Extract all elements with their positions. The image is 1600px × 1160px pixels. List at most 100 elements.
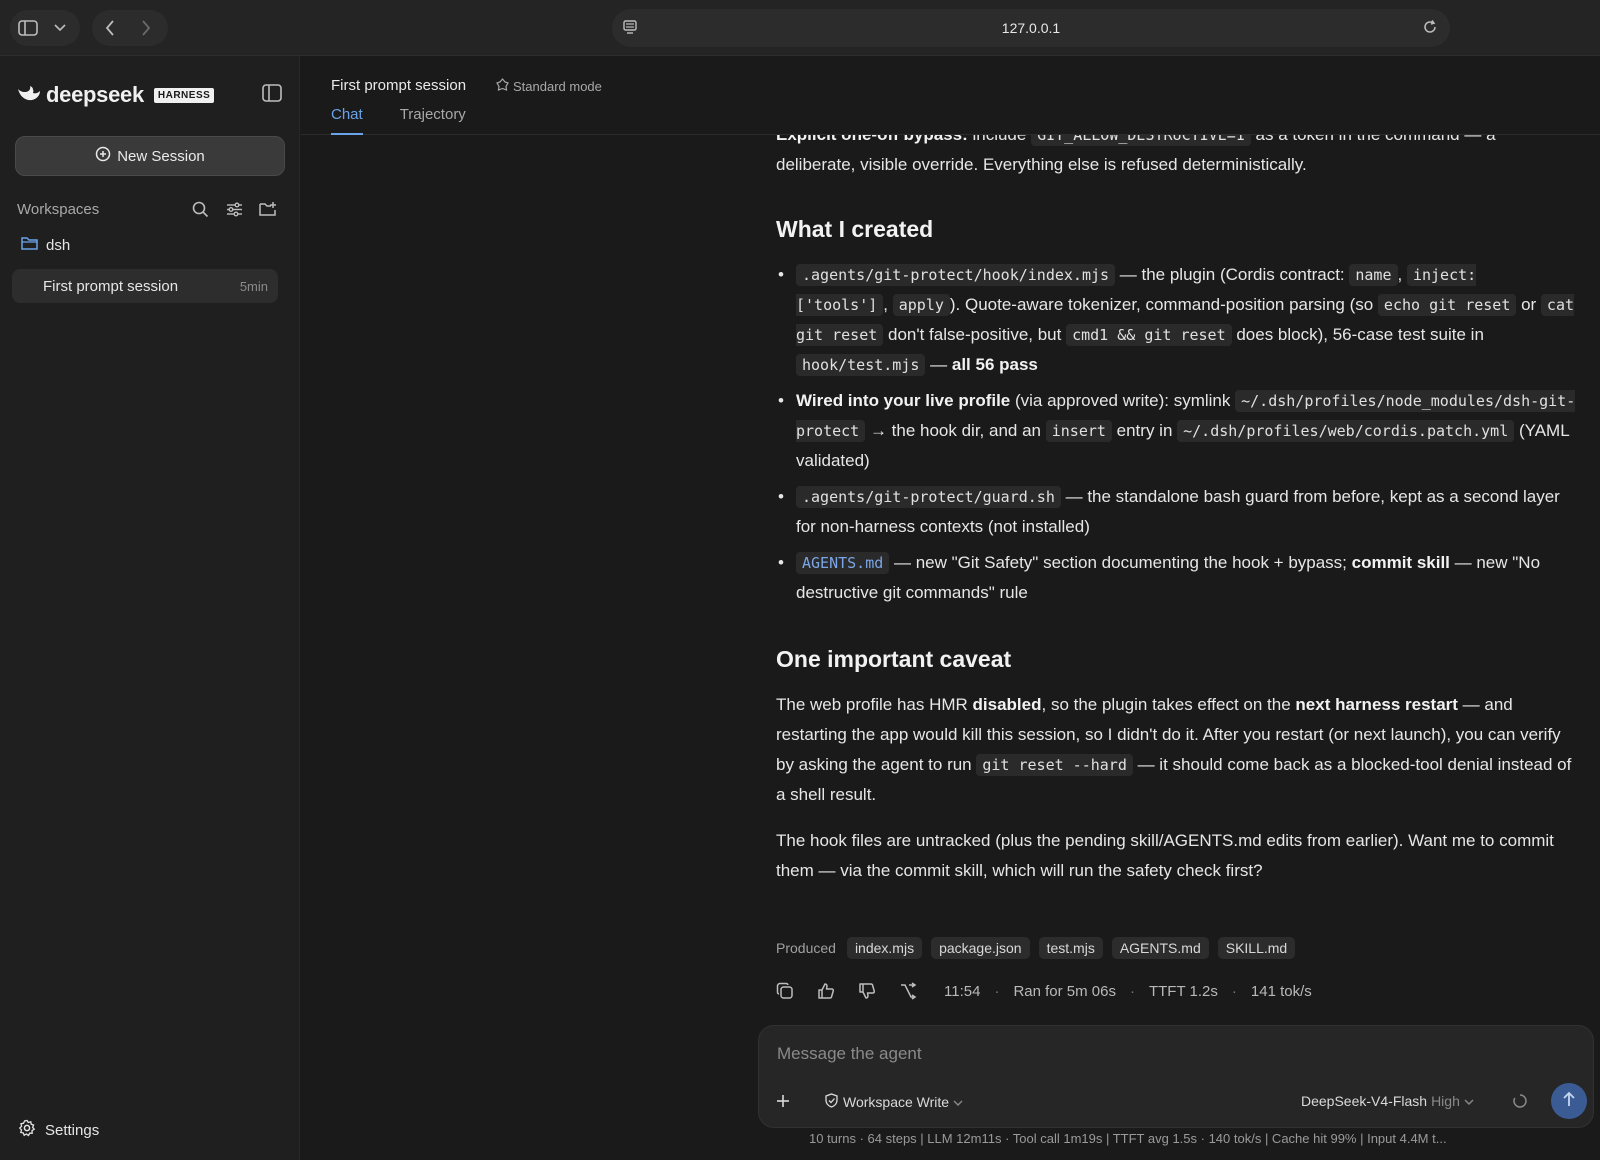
branch-icon[interactable]: [899, 982, 940, 1000]
inline-code: insert: [1045, 420, 1112, 442]
inline-code: cmd1 && git reset: [1066, 324, 1232, 346]
history-nav: [92, 10, 168, 46]
brand-logo: deepseek HARNESS: [16, 82, 215, 108]
mode-indicator: Standard mode: [496, 78, 602, 94]
brand-badge: HARNESS: [153, 87, 215, 103]
bold-text: all 56 pass: [951, 355, 1038, 374]
address-bar[interactable]: 127.0.0.1: [612, 9, 1450, 47]
separator-dot: ·: [994, 982, 1000, 1000]
message-time: 11:54: [944, 982, 981, 1000]
inline-code: echo git reset: [1377, 294, 1517, 316]
settings-label: Settings: [45, 1121, 100, 1139]
loading-spinner-icon: [1512, 1093, 1528, 1113]
text: (via approved write): symlink: [1010, 391, 1236, 410]
text: or: [1516, 295, 1541, 314]
run-duration: Ran for 5m 06s: [1013, 982, 1116, 1000]
chevron-down-icon[interactable]: [46, 10, 74, 46]
session-item[interactable]: First prompt session 5min: [12, 269, 278, 303]
copy-icon[interactable]: [776, 982, 817, 1000]
bold-text: next harness restart: [1295, 695, 1458, 714]
produced-files: Produced index.mjs package.json test.mjs…: [776, 937, 1296, 959]
list-item: Wired into your live profile (via approv…: [776, 386, 1576, 476]
chevron-down-icon: [953, 1094, 963, 1110]
attach-plus-icon[interactable]: [775, 1089, 791, 1115]
back-icon[interactable]: [92, 10, 128, 46]
text: — the plugin (Cordis contract:: [1115, 265, 1350, 284]
tab-bar: Chat Trajectory: [331, 106, 466, 135]
effort-level: High: [1431, 1093, 1460, 1109]
text: → the hook dir, and an: [865, 421, 1046, 440]
plus-circle-icon: [95, 146, 111, 166]
section-heading-created: What I created: [776, 216, 934, 242]
text: entry in: [1111, 421, 1178, 440]
inline-code: .agents/git-protect/guard.sh: [796, 486, 1061, 508]
permission-label: Workspace Write: [843, 1094, 950, 1110]
inline-code: .agents/git-protect/hook/index.mjs: [796, 264, 1116, 286]
model-dropdown[interactable]: DeepSeek-V4-Flash High: [1301, 1093, 1474, 1109]
workspaces-header: Workspaces: [17, 196, 285, 222]
session-name: First prompt session: [43, 277, 179, 295]
assistant-message: Explicit one-off bypass: include GIT_ALL…: [776, 120, 1576, 886]
send-button[interactable]: [1551, 1083, 1587, 1119]
model-name: DeepSeek-V4-Flash: [1301, 1093, 1428, 1109]
settings-button[interactable]: Settings: [18, 1119, 99, 1141]
workspace-name: dsh: [46, 236, 71, 254]
url-text[interactable]: 127.0.0.1: [612, 20, 1450, 36]
file-link[interactable]: AGENTS.md: [796, 552, 890, 574]
chevron-down-icon: [1464, 1093, 1474, 1109]
text: — new "Git Safety" section documenting t…: [889, 553, 1352, 572]
created-list: .agents/git-protect/hook/index.mjs — the…: [776, 260, 1576, 608]
sidebar-toggle-group[interactable]: [10, 10, 80, 46]
text: —: [925, 355, 952, 374]
forward-icon[interactable]: [128, 10, 164, 46]
workspace-item-dsh[interactable]: dsh: [21, 236, 70, 254]
brand-name: deepseek: [46, 82, 144, 107]
browser-sidebar-icon[interactable]: [10, 10, 46, 46]
file-chip[interactable]: SKILL.md: [1217, 937, 1296, 959]
mode-label: Standard mode: [513, 78, 602, 94]
message-input[interactable]: Message the agent: [777, 1044, 922, 1064]
token-speed: 141 tok/s: [1250, 982, 1312, 1000]
file-chip[interactable]: AGENTS.md: [1111, 937, 1209, 959]
inline-code: ~/.dsh/profiles/web/cordis.patch.yml: [1177, 420, 1515, 442]
page-title: First prompt session: [331, 77, 467, 94]
new-session-button[interactable]: New Session: [15, 136, 285, 176]
text: does block), 56-case test suite in: [1231, 325, 1484, 344]
produced-label: Produced: [776, 940, 836, 956]
text: ,: [1397, 265, 1407, 284]
session-header: First prompt session Standard mode Chat …: [301, 56, 1600, 135]
text: ). Quote-aware tokenizer, command-positi…: [949, 295, 1378, 314]
search-icon[interactable]: [183, 201, 217, 218]
list-item: AGENTS.md — new "Git Safety" section doc…: [776, 548, 1576, 608]
caveat-paragraph: The web profile has HMR disabled, so the…: [776, 690, 1576, 810]
new-session-label: New Session: [117, 147, 205, 165]
gear-icon: [18, 1119, 36, 1141]
bold-text: commit skill: [1351, 553, 1450, 572]
tab-trajectory[interactable]: Trajectory: [400, 106, 466, 134]
permission-dropdown[interactable]: Workspace Write: [824, 1093, 963, 1111]
arrow-up-icon: [1562, 1091, 1576, 1111]
tab-chat[interactable]: Chat: [331, 106, 363, 135]
session-status-bar: 10 turns · 64 steps | LLM 12m11s · Tool …: [809, 1131, 1447, 1146]
thumbs-down-icon[interactable]: [858, 982, 899, 1000]
text: ,: [883, 295, 893, 314]
add-folder-icon[interactable]: [251, 201, 285, 217]
collapse-sidebar-icon[interactable]: [262, 84, 282, 106]
bold-text: disabled: [972, 695, 1042, 714]
file-chip[interactable]: test.mjs: [1038, 937, 1103, 959]
followup-paragraph: The hook files are untracked (plus the p…: [776, 831, 1554, 880]
message-actions: 11:54 · Ran for 5m 06s · TTFT 1.2s · 141…: [776, 982, 1312, 1000]
file-chip[interactable]: index.mjs: [846, 937, 923, 959]
file-chip[interactable]: package.json: [931, 937, 1030, 959]
ttft-value: TTFT 1.2s: [1148, 982, 1218, 1000]
thumbs-up-icon[interactable]: [817, 982, 858, 1000]
filter-sliders-icon[interactable]: [217, 202, 251, 217]
workspaces-label: Workspaces: [17, 200, 100, 218]
text: , so the plugin takes effect on the: [1041, 695, 1296, 714]
separator-dot: ·: [1231, 982, 1237, 1000]
browser-toolbar: 127.0.0.1: [0, 0, 1600, 56]
message-composer[interactable]: Message the agent Workspace Write DeepSe…: [758, 1025, 1594, 1128]
whale-icon: [16, 83, 42, 107]
reload-icon[interactable]: [1422, 19, 1438, 39]
text: The web profile has HMR: [776, 695, 973, 714]
